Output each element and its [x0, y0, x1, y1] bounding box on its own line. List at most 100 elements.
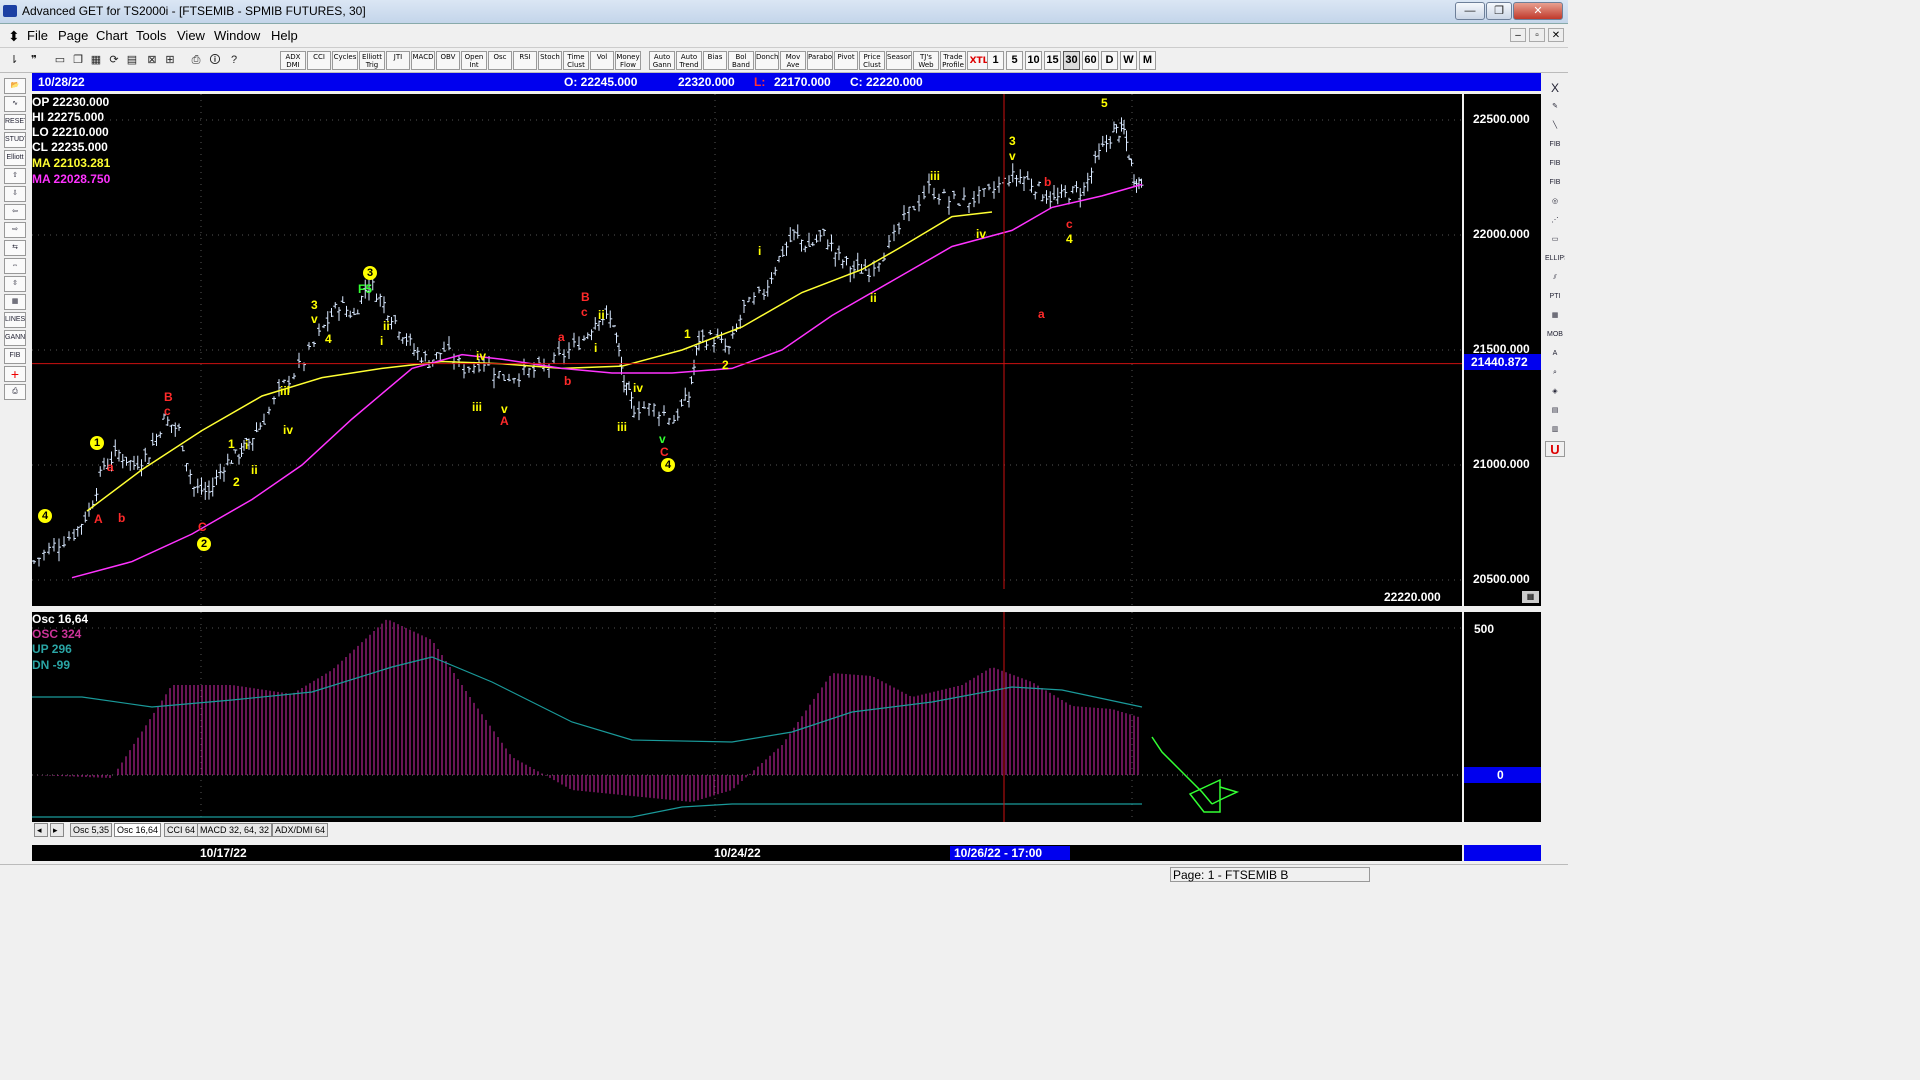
timeframe-button-15[interactable]: 15 [1044, 51, 1061, 70]
right-tool-grid[interactable]: ▦ [1545, 308, 1565, 324]
minimize-button[interactable]: — [1455, 2, 1485, 20]
tab-cci-64[interactable]: CCI 64 [164, 823, 199, 837]
info-icon[interactable]: 🛈 [207, 52, 223, 69]
refresh-icon[interactable]: ⟳ [106, 52, 122, 69]
left-tool-compress[interactable]: ⇆ [4, 240, 26, 256]
study-button-pivot[interactable]: Pivot [834, 51, 858, 70]
price-axis[interactable]: 22500.000 22000.000 21500.000 21000.000 … [1464, 94, 1541, 606]
study-button-obv[interactable]: OBV [436, 51, 460, 70]
study-button-jti[interactable]: JTI [386, 51, 410, 70]
right-tool-u[interactable]: U [1545, 441, 1565, 457]
study-button-vol[interactable]: Vol [590, 51, 614, 70]
study-button-osc[interactable]: Osc [488, 51, 512, 70]
window-icon[interactable]: ▤ [124, 52, 140, 69]
left-tool-expand[interactable]: ⇔ [4, 258, 26, 274]
study-button-trade-profile[interactable]: Trade Profile [940, 51, 966, 70]
study-button-price-clust[interactable]: Price Clust [859, 51, 885, 70]
right-tool-grid2[interactable]: ▤ [1545, 403, 1565, 419]
new-icon[interactable]: ▭ [52, 52, 68, 69]
right-tool-ellips[interactable]: ELLIPS [1545, 251, 1565, 267]
left-tool-reset[interactable]: RESET [4, 114, 26, 130]
right-tool-box[interactable]: ▭ [1545, 232, 1565, 248]
tab-osc-16-64[interactable]: Osc 16,64 [114, 823, 162, 837]
study-button-money-flow[interactable]: Money Flow [615, 51, 641, 70]
timeframe-button-d[interactable]: D [1101, 51, 1118, 70]
study-button-parabolic[interactable]: Parabolic [807, 51, 833, 70]
quote-icon[interactable]: ❞ [26, 52, 42, 69]
study-button-donch[interactable]: Donch [755, 51, 779, 70]
right-tool-fib-time[interactable]: FIB TIME [1545, 175, 1565, 191]
mdi-close-button[interactable]: ✕ [1548, 28, 1564, 42]
study-button-cycles[interactable]: Cycles [332, 51, 358, 70]
menu-help[interactable]: Help [271, 28, 298, 43]
study-button-open-int[interactable]: Open Int [461, 51, 487, 70]
tab-macd[interactable]: MACD 32, 64, 32 [197, 823, 273, 837]
layout-icon[interactable]: ▦ [88, 52, 104, 69]
study-button-tj-s-web[interactable]: TJ's Web [913, 51, 939, 70]
tile-icon[interactable]: ⊠ [144, 52, 160, 69]
right-tool-book[interactable]: ▥ [1545, 422, 1565, 438]
timeframe-button-30[interactable]: 30 [1063, 51, 1080, 70]
right-tool-zoom[interactable]: ⌕ [1545, 365, 1565, 381]
left-tool-right[interactable]: ⇨ [4, 222, 26, 238]
timeframe-button-m[interactable]: M [1139, 51, 1156, 70]
right-tool-pen[interactable]: ✎ [1545, 99, 1565, 115]
timeframe-button-1[interactable]: 1 [987, 51, 1004, 70]
menu-view[interactable]: View [177, 28, 205, 43]
left-tool-wave[interactable]: ∿ [4, 96, 26, 112]
timeframe-button-10[interactable]: 10 [1025, 51, 1042, 70]
maximize-button[interactable]: ❐ [1486, 2, 1512, 20]
study-button-bol-band[interactable]: Bol Band [728, 51, 754, 70]
timeframe-button-w[interactable]: W [1120, 51, 1137, 70]
tab-adx-dmi[interactable]: ADX/DMI 64 [272, 823, 329, 837]
left-tool-open[interactable]: 📂 [4, 78, 26, 94]
left-tool-gann[interactable]: GANN [4, 330, 26, 346]
right-tool-fib-ret[interactable]: FIB RET [1545, 137, 1565, 153]
close-button[interactable]: ✕ [1513, 2, 1563, 20]
tab-osc-5-35[interactable]: Osc 5,35 [70, 823, 113, 837]
scale-icon[interactable]: ▦ [1522, 591, 1539, 603]
doc-icon[interactable]: ⬍ [8, 28, 20, 45]
study-button-auto-gann[interactable]: Auto Gann [649, 51, 675, 70]
study-button-adx-dmi[interactable]: ADX DMI [280, 51, 306, 70]
left-tool-zoom[interactable]: ⇳ [4, 276, 26, 292]
oscillator-svg[interactable] [32, 612, 1462, 822]
timeframe-button-5[interactable]: 5 [1006, 51, 1023, 70]
study-button-rsi[interactable]: RSI [513, 51, 537, 70]
right-tool-pti[interactable]: PTI [1545, 289, 1565, 305]
left-tool-down[interactable]: ⇩ [4, 186, 26, 202]
left-tool-study[interactable]: STUDY [4, 132, 26, 148]
right-tool-x[interactable]: X [1545, 80, 1565, 96]
left-tool-elliott[interactable]: Elliott [4, 150, 26, 166]
menu-tools[interactable]: Tools [136, 28, 166, 43]
right-tool-fan[interactable]: ⋰ [1545, 213, 1565, 229]
study-button-auto-trend[interactable]: Auto Trend [676, 51, 702, 70]
left-tool-lines[interactable]: LINES [4, 312, 26, 328]
study-button-bias[interactable]: Bias [703, 51, 727, 70]
tab-next-arrow[interactable]: ▸ [50, 823, 64, 837]
tab-prev-arrow[interactable]: ◂ [34, 823, 48, 837]
cascade-icon[interactable]: ⊞ [162, 52, 178, 69]
right-tool-channel[interactable]: ⫽ [1545, 270, 1565, 286]
left-tool-fib[interactable]: FIB [4, 348, 26, 364]
print-icon[interactable]: ⎙ [188, 52, 204, 69]
study-button-mov-ave[interactable]: Mov Ave [780, 51, 806, 70]
pointer-icon[interactable]: ⇂ [6, 52, 22, 69]
right-tool-mob[interactable]: MOB [1545, 327, 1565, 343]
copy-icon[interactable]: ❐ [70, 52, 86, 69]
study-button-stoch[interactable]: Stoch [538, 51, 562, 70]
price-chart-svg[interactable] [32, 94, 1462, 606]
right-tool-fib-ext[interactable]: FIB EXT [1545, 156, 1565, 172]
right-tool-fill[interactable]: ◈ [1545, 384, 1565, 400]
study-button-macd[interactable]: MACD [411, 51, 435, 70]
oscillator-panel[interactable]: Osc 16,64 OSC 324 UP 296 DN -99 [32, 612, 1462, 822]
mdi-minimize-button[interactable]: – [1510, 28, 1526, 42]
study-button-elliott-trig[interactable]: Elliott Trig [359, 51, 385, 70]
menu-page[interactable]: Page [58, 28, 88, 43]
left-tool-left[interactable]: ⇦ [4, 204, 26, 220]
mdi-restore-button[interactable]: ▫ [1529, 28, 1545, 42]
left-tool-grid[interactable]: ▦ [4, 294, 26, 310]
study-button-time-clust[interactable]: Time Clust [563, 51, 589, 70]
help-icon[interactable]: ? [226, 52, 242, 69]
right-tool-a[interactable]: A [1545, 346, 1565, 362]
